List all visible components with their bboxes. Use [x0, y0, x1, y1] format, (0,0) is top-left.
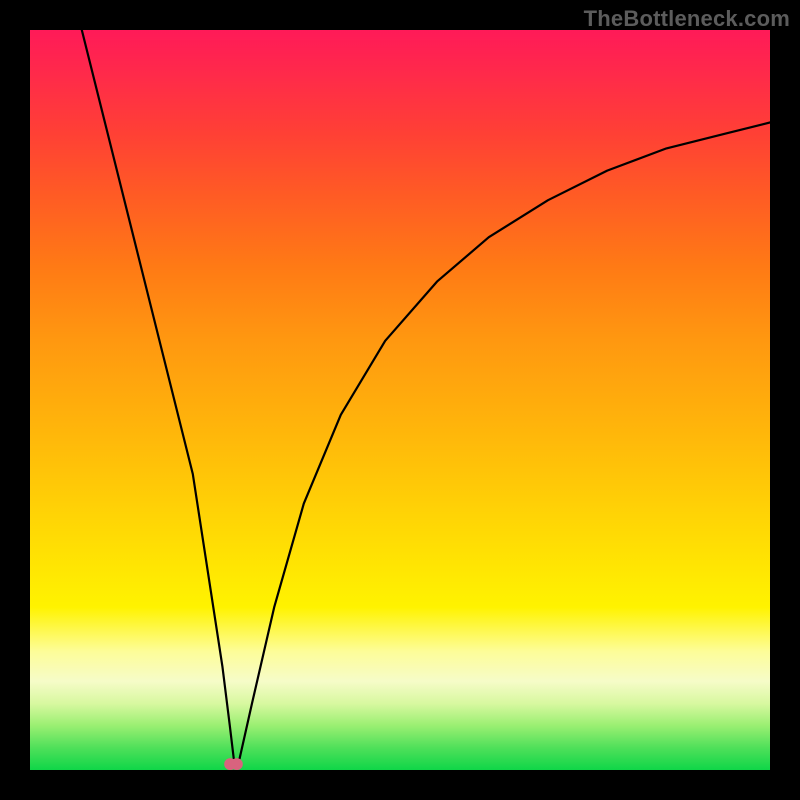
- curve-layer: [30, 30, 770, 770]
- bottleneck-curve: [82, 30, 770, 763]
- chart-frame: TheBottleneck.com: [0, 0, 800, 800]
- attribution-text: TheBottleneck.com: [584, 6, 790, 32]
- plot-area: [30, 30, 770, 770]
- minimum-marker: [224, 758, 243, 770]
